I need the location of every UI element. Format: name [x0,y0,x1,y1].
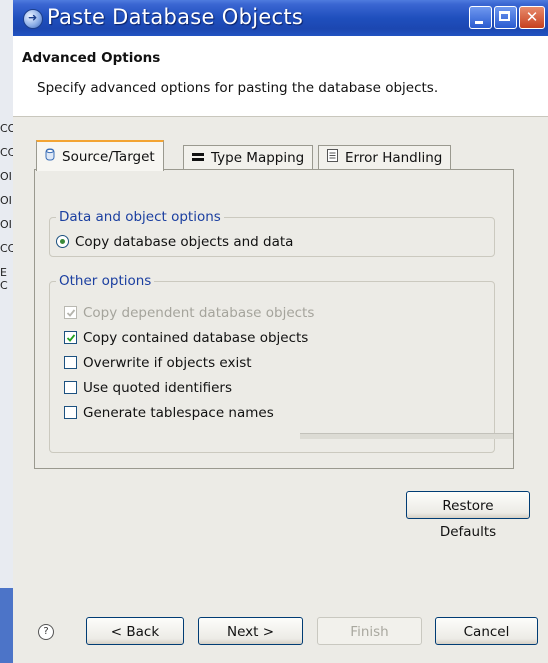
back-button[interactable]: < Back [86,617,184,645]
wizard-header: Advanced Options Specify advanced option… [13,36,548,117]
database-icon [45,142,55,172]
checkbox-label: Copy dependent database objects [83,305,315,321]
background-panel [0,588,13,663]
checkbox-label: Overwrite if objects exist [83,355,252,371]
background-window: CO CC OI OI OI CC E C [0,0,16,663]
paste-database-objects-dialog: ➜ Paste Database Objects ✕ Advanced Opti… [13,0,548,663]
mapping-icon [192,146,204,170]
next-button[interactable]: Next > [198,617,303,645]
page-description: Specify advanced options for pasting the… [37,80,439,96]
group-legend: Other options [56,273,155,289]
page-title: Advanced Options [22,50,161,66]
tab-label: Source/Target [62,149,155,165]
document-icon [327,146,338,170]
group-legend: Data and object options [56,209,224,225]
background-text: E C [0,266,8,292]
checkbox[interactable] [64,331,77,344]
data-options-group: Data and object options Copy database ob… [49,209,495,257]
minimize-button[interactable] [469,6,492,29]
checkbox-label: Use quoted identifiers [83,380,232,396]
checkbox-label: Copy contained database objects [83,330,309,346]
radio-label: Copy database objects and data [75,234,294,250]
restore-defaults-button[interactable]: Restore Defaults [406,491,530,540]
checkbox[interactable] [64,306,77,319]
tab-error-handling[interactable]: Error Handling [318,145,452,170]
help-icon[interactable]: ? [38,624,54,640]
title-bar[interactable]: ➜ Paste Database Objects ✕ [13,0,548,36]
tab-source-target[interactable]: Source/Target [36,140,164,171]
other-options-group: Other options Copy dependent database ob… [49,273,495,453]
radio-button[interactable] [56,235,69,248]
checkbox[interactable] [64,406,77,419]
checkbox-label: Generate tablespace names [83,405,274,421]
maximize-button[interactable] [494,6,517,29]
wizard-icon: ➜ [23,9,43,29]
window-title: Paste Database Objects [47,5,304,29]
close-button[interactable]: ✕ [519,6,545,29]
tab-type-mapping[interactable]: Type Mapping [183,145,314,170]
tab-label: Type Mapping [211,150,305,166]
finish-button[interactable]: Finish [317,617,422,645]
background-text: OI [0,194,12,207]
background-text: OI [0,218,12,231]
tab-label: Error Handling [345,150,443,166]
source-target-panel: Data and object options Copy database ob… [34,169,514,469]
checkbox[interactable] [64,381,77,394]
checkbox[interactable] [64,356,77,369]
background-text: OI [0,170,12,183]
disabled-field [300,433,513,439]
cancel-button[interactable]: Cancel [435,617,538,645]
